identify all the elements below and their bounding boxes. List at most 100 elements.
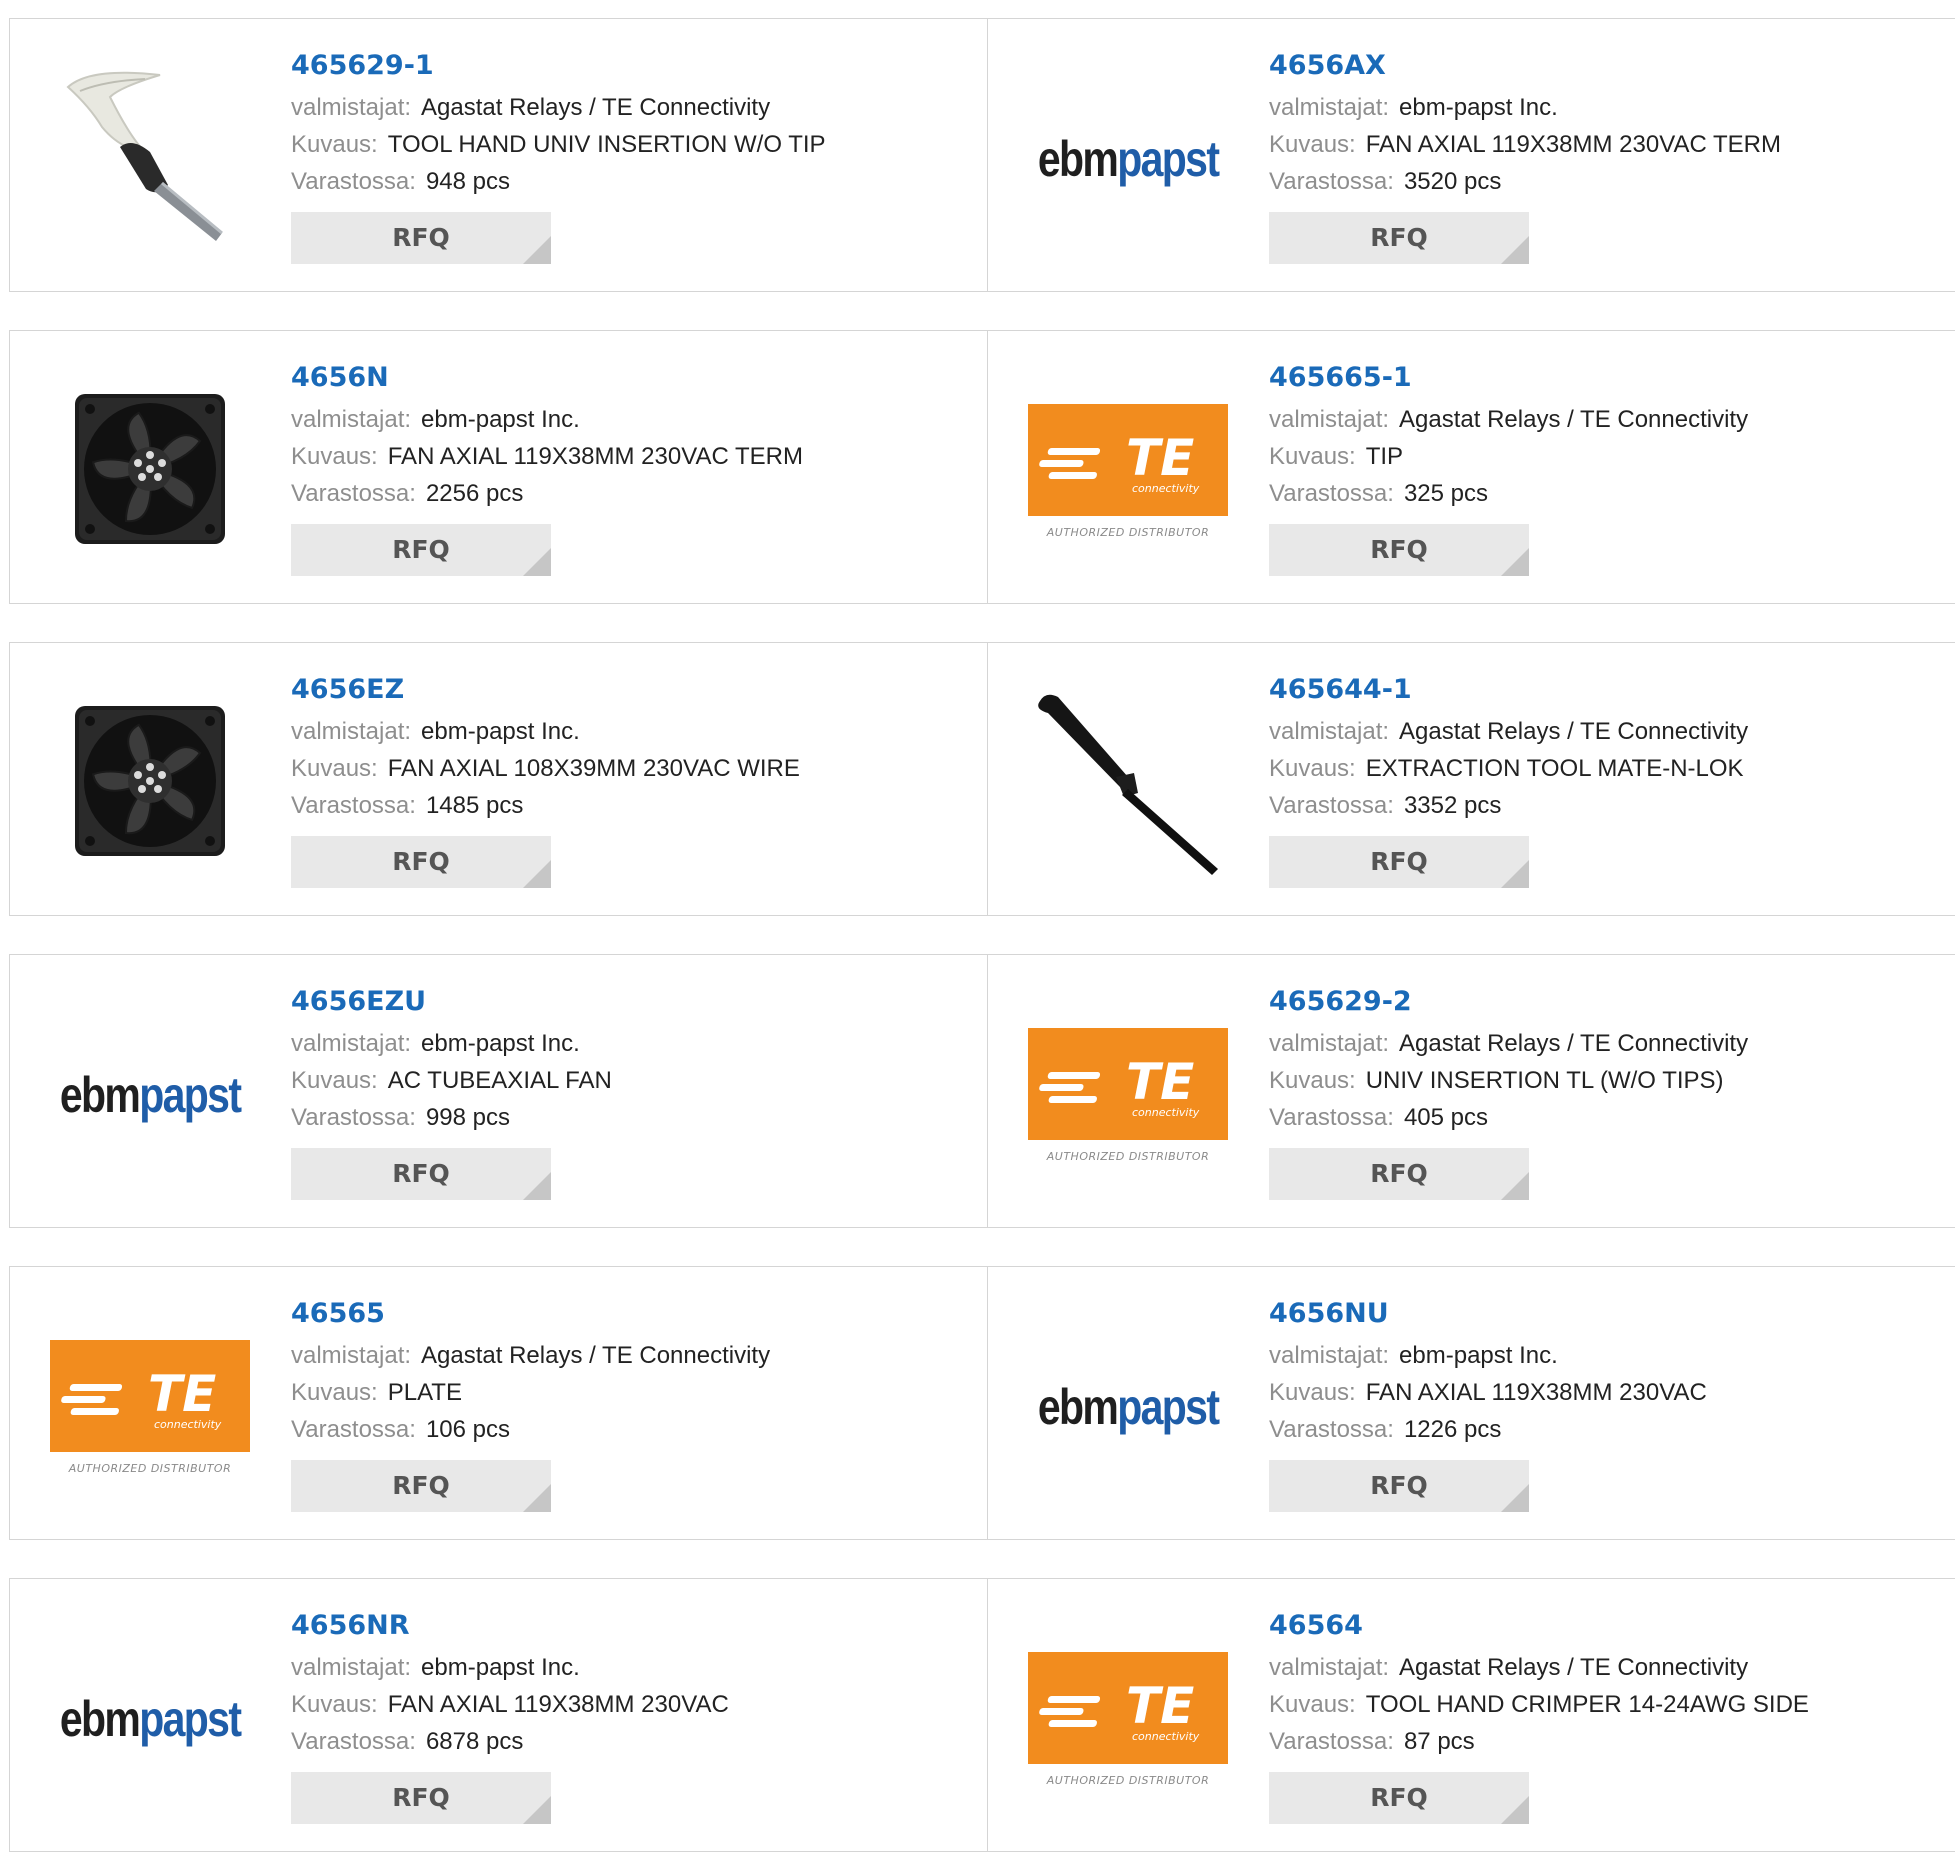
product-thumbnail[interactable]: TE connectivity AUTHORIZED DISTRIBUTOR [1028, 1619, 1228, 1819]
stock-row: Varastossa: 3352 pcs [1269, 787, 1748, 824]
manufacturer-row: valmistajat: ebm-papst Inc. [291, 1025, 612, 1062]
rfq-button[interactable]: RFQ [291, 212, 551, 264]
rfq-button[interactable]: RFQ [291, 1460, 551, 1512]
part-number-link[interactable]: 4656EZ [291, 673, 800, 707]
product-row: ebmpapst 4656EZU valmistajat: ebm-papst Inc… [9, 954, 1955, 1228]
description-row: Kuvaus: FAN AXIAL 119X38MM 230VAC TERM [291, 438, 803, 475]
product-thumbnail[interactable]: ebmpapst [50, 1619, 250, 1819]
rfq-corner-decoration [523, 1172, 551, 1200]
part-number-link[interactable]: 465629-1 [291, 49, 826, 83]
stock-label: Varastossa: [1269, 792, 1394, 819]
product-thumbnail[interactable]: TE connectivity AUTHORIZED DISTRIBUTOR [1028, 995, 1228, 1195]
product-row: 4656EZ valmistajat: ebm-papst Inc. Kuvaus: F… [9, 642, 1955, 916]
insertion-tool-image [50, 57, 250, 261]
description-value: FAN AXIAL 108X39MM 230VAC WIRE [387, 755, 800, 782]
rfq-label: RFQ [1370, 535, 1428, 564]
product-thumbnail[interactable]: TE connectivity AUTHORIZED DISTRIBUTOR [50, 1307, 250, 1507]
rfq-corner-decoration [1501, 1796, 1529, 1824]
manufacturer-value: ebm-papst Inc. [1399, 1342, 1558, 1369]
rfq-button[interactable]: RFQ [291, 1772, 551, 1824]
manufacturer-row: valmistajat: Agastat Relays / TE Connecti… [291, 89, 826, 126]
description-value: FAN AXIAL 119X38MM 230VAC [1365, 1379, 1707, 1406]
stock-label: Varastossa: [291, 1728, 416, 1755]
stock-row: Varastossa: 3520 pcs [1269, 163, 1781, 200]
rfq-corner-decoration [523, 1796, 551, 1824]
product-thumbnail[interactable]: ebmpapst [50, 995, 250, 1195]
product-info: 465665-1 valmistajat: Agastat Relays / TE … [1269, 361, 1748, 576]
rfq-button[interactable]: RFQ [1269, 1148, 1529, 1200]
rfq-button[interactable]: RFQ [1269, 212, 1529, 264]
manufacturer-value: Agastat Relays / TE Connectivity [1399, 718, 1749, 745]
rfq-button[interactable]: RFQ [291, 836, 551, 888]
rfq-button[interactable]: RFQ [1269, 836, 1529, 888]
manufacturer-row: valmistajat: Agastat Relays / TE Connecti… [1269, 1025, 1748, 1062]
rfq-corner-decoration [523, 236, 551, 264]
product-thumbnail[interactable] [50, 683, 250, 883]
product-info: 4656EZ valmistajat: ebm-papst Inc. Kuvaus: F… [291, 673, 800, 888]
rfq-corner-decoration [523, 548, 551, 576]
description-row: Kuvaus: AC TUBEAXIAL FAN [291, 1062, 612, 1099]
te-logo-subtitle: connectivity [1132, 481, 1200, 495]
part-number-link[interactable]: 465665-1 [1269, 361, 1748, 395]
description-value: EXTRACTION TOOL MATE-N-LOK [1365, 755, 1744, 782]
part-number-link[interactable]: 46565 [291, 1297, 770, 1331]
product-card: ebmpapst 4656NU valmistajat: ebm-papst Inc.… [987, 1267, 1955, 1539]
product-info: 4656NU valmistajat: ebm-papst Inc. Kuvaus: F… [1269, 1297, 1707, 1512]
description-label: Kuvaus: [291, 1067, 378, 1094]
description-label: Kuvaus: [291, 755, 378, 782]
description-label: Kuvaus: [291, 443, 378, 470]
product-thumbnail[interactable] [50, 59, 250, 259]
description-label: Kuvaus: [291, 1691, 378, 1718]
part-number-link[interactable]: 465629-2 [1269, 985, 1748, 1019]
stock-label: Varastossa: [291, 1104, 416, 1131]
te-logo-letters: TE [1126, 428, 1195, 487]
manufacturer-label: valmistajat: [1269, 1342, 1390, 1369]
product-card: 465644-1 valmistajat: Agastat Relays / TE … [987, 643, 1955, 915]
stock-value: 2256 pcs [425, 480, 524, 507]
part-number-link[interactable]: 4656EZU [291, 985, 612, 1019]
product-card: TE connectivity AUTHORIZED DISTRIBUTOR 4656… [987, 331, 1955, 603]
part-number-link[interactable]: 4656AX [1269, 49, 1781, 83]
manufacturer-row: valmistajat: Agastat Relays / TE Connecti… [1269, 1649, 1809, 1686]
product-thumbnail[interactable]: TE connectivity AUTHORIZED DISTRIBUTOR [1028, 371, 1228, 571]
ebmpapst-logo-papst: papst [1117, 131, 1220, 187]
ebmpapst-logo: ebmpapst [60, 1066, 242, 1124]
rfq-button[interactable]: RFQ [1269, 1772, 1529, 1824]
ebmpapst-logo: ebmpapst [1038, 1378, 1220, 1436]
stock-value: 1485 pcs [425, 792, 524, 819]
te-connectivity-logo: TE connectivity AUTHORIZED DISTRIBUTOR [50, 1339, 250, 1475]
rfq-button[interactable]: RFQ [1269, 1460, 1529, 1512]
part-number-link[interactable]: 46564 [1269, 1609, 1809, 1643]
description-value: PLATE [387, 1379, 462, 1406]
part-number-link[interactable]: 465644-1 [1269, 673, 1748, 707]
product-thumbnail[interactable]: ebmpapst [1028, 1307, 1228, 1507]
stock-label: Varastossa: [1269, 1728, 1394, 1755]
rfq-button[interactable]: RFQ [1269, 524, 1529, 576]
stock-value: 87 pcs [1403, 1728, 1475, 1755]
extraction-tool-image [1028, 681, 1228, 885]
rfq-button[interactable]: RFQ [291, 524, 551, 576]
rfq-label: RFQ [392, 1471, 450, 1500]
product-thumbnail[interactable] [50, 371, 250, 571]
manufacturer-label: valmistajat: [291, 1654, 412, 1681]
description-label: Kuvaus: [1269, 1067, 1356, 1094]
rfq-label: RFQ [392, 847, 450, 876]
product-card: ebmpapst 4656EZU valmistajat: ebm-papst Inc… [10, 955, 987, 1227]
product-thumbnail[interactable]: ebmpapst [1028, 59, 1228, 259]
product-info: 4656AX valmistajat: ebm-papst Inc. Kuvaus: F… [1269, 49, 1781, 264]
stock-label: Varastossa: [1269, 480, 1394, 507]
manufacturer-value: Agastat Relays / TE Connectivity [1399, 406, 1749, 433]
manufacturer-row: valmistajat: ebm-papst Inc. [291, 1649, 729, 1686]
stock-label: Varastossa: [291, 1416, 416, 1443]
rfq-corner-decoration [1501, 1172, 1529, 1200]
product-card: TE connectivity AUTHORIZED DISTRIBUTOR 4656… [987, 1579, 1955, 1851]
part-number-link[interactable]: 4656NU [1269, 1297, 1707, 1331]
rfq-label: RFQ [392, 535, 450, 564]
description-label: Kuvaus: [1269, 1691, 1356, 1718]
stock-label: Varastossa: [291, 168, 416, 195]
part-number-link[interactable]: 4656NR [291, 1609, 729, 1643]
rfq-button[interactable]: RFQ [291, 1148, 551, 1200]
description-value: FAN AXIAL 119X38MM 230VAC [387, 1691, 729, 1718]
product-thumbnail[interactable] [1028, 683, 1228, 883]
part-number-link[interactable]: 4656N [291, 361, 803, 395]
